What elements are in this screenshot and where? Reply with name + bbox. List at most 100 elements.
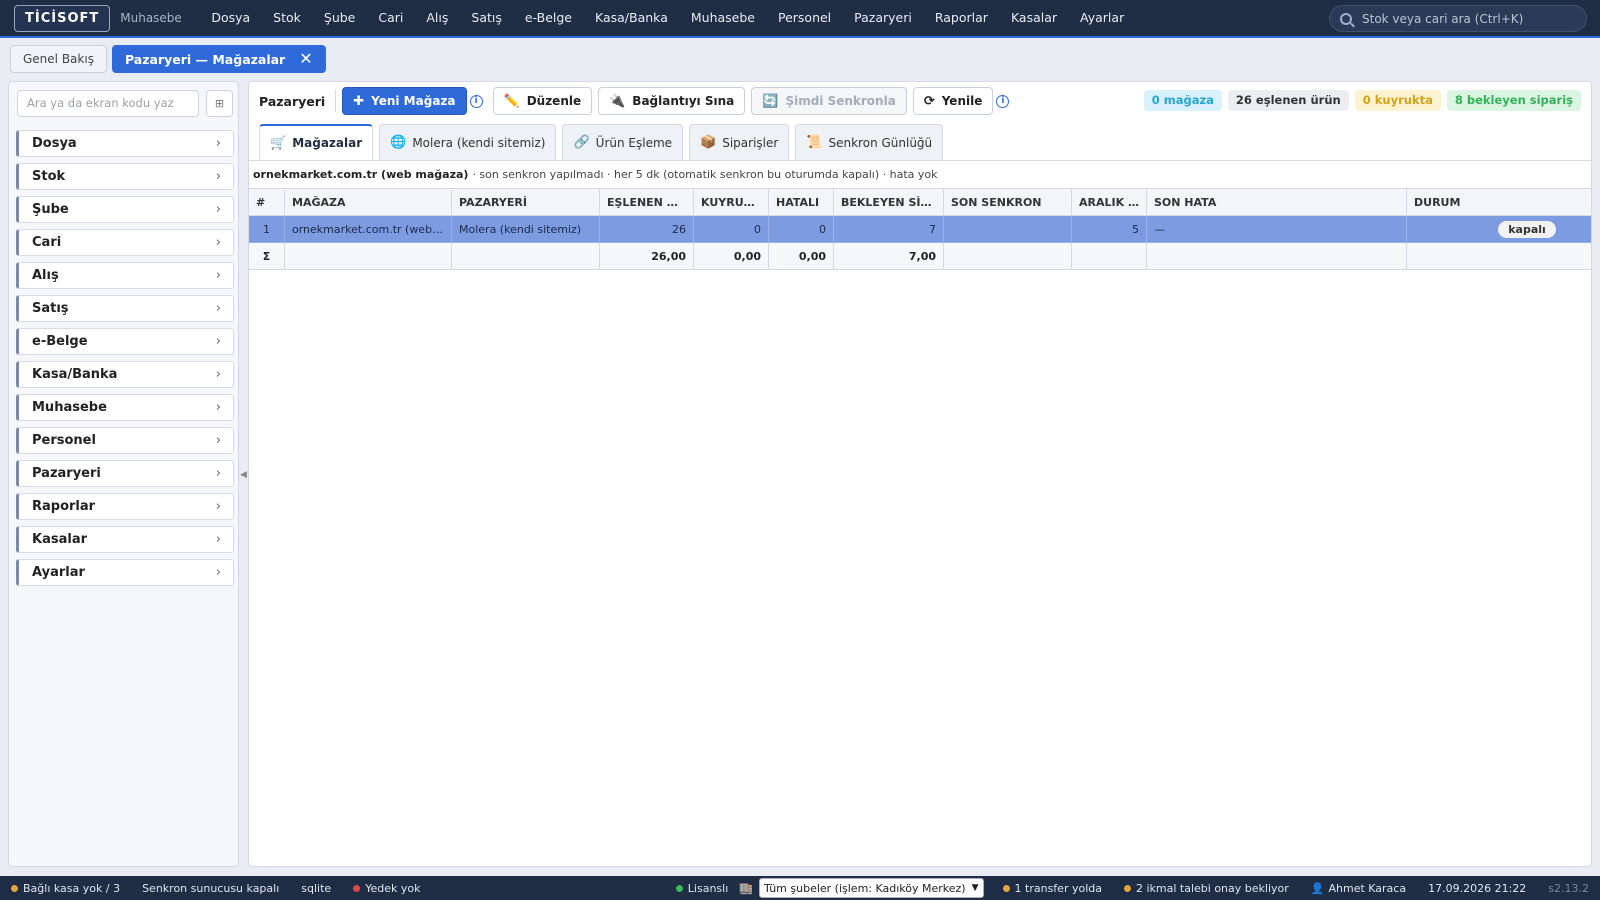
tab-urun-esleme[interactable]: 🔗 Ürün Eşleme: [562, 124, 684, 160]
chevron-right-icon: ›: [215, 169, 221, 184]
toolbar-title: Pazaryeri: [259, 93, 326, 109]
close-icon[interactable]: ✕: [299, 51, 312, 67]
sidebar-item-e-belge[interactable]: e-Belge ›: [16, 328, 234, 355]
sidebar-item-label: Kasa/Banka: [32, 367, 118, 382]
chevron-right-icon: ›: [215, 433, 221, 448]
sync-now-button[interactable]: 🔄 Şimdi Senkronla: [751, 87, 907, 115]
refresh-button[interactable]: ⟳ Yenile: [912, 87, 994, 115]
sidebar-item-label: Dosya: [32, 136, 77, 151]
status-license: Lisanslı: [665, 882, 739, 895]
sidebar-item-raporlar[interactable]: Raporlar ›: [16, 493, 234, 520]
sidebar-item-dosya[interactable]: Dosya ›: [16, 130, 234, 157]
queue-count-badge: 0 kuyrukta: [1354, 90, 1441, 111]
new-store-button[interactable]: ✚ Yeni Mağaza: [342, 87, 467, 115]
collapse-sidebar-icon[interactable]: ◀: [240, 470, 247, 480]
menu-satis[interactable]: Satış: [460, 0, 513, 36]
menu-cari[interactable]: Cari: [367, 0, 415, 36]
menu-raporlar[interactable]: Raporlar: [923, 0, 999, 36]
status-dot-icon: [675, 884, 683, 892]
menu-dosya[interactable]: Dosya: [200, 0, 262, 36]
menu-pazaryeri[interactable]: Pazaryeri: [843, 0, 924, 36]
status-dot-icon: [1002, 884, 1010, 892]
menu-alis[interactable]: Alış: [415, 0, 460, 36]
sidebar-item-pazaryeri[interactable]: Pazaryeri ›: [16, 460, 234, 487]
info-icon[interactable]: i: [469, 94, 483, 108]
col-pending[interactable]: BEKLEYEN SİPARİŞ: [833, 188, 944, 216]
sidebar-item-cari[interactable]: Cari ›: [16, 229, 234, 256]
cell-store: ornekmarket.com.tr (web mağaza): [284, 215, 452, 243]
col-store[interactable]: MAĞAZA: [284, 188, 452, 216]
col-marketplace[interactable]: PAZARYERİ: [451, 188, 600, 216]
tab-pazaryeri-magazalar[interactable]: Pazaryeri — Mağazalar ✕: [111, 45, 326, 73]
tab-genel-bakis[interactable]: Genel Bakış: [10, 45, 107, 73]
global-search-input[interactable]: Stok veya cari ara (Ctrl+K): [1329, 5, 1587, 32]
status-bar: Bağlı kasa yok / 3 Senkron sunucusu kapa…: [0, 876, 1600, 900]
sidebar-item-personel[interactable]: Personel ›: [16, 427, 234, 454]
menu-personel[interactable]: Personel: [766, 0, 842, 36]
chevron-right-icon: ›: [215, 136, 221, 151]
status-dot-icon: [1123, 884, 1131, 892]
test-connection-button[interactable]: 🔌 Bağlantıyı Sına: [598, 87, 746, 115]
menu-muhasebe[interactable]: Muhasebe: [679, 0, 766, 36]
sidebar-item-label: Personel: [32, 433, 96, 448]
sidebar-item-ayarlar[interactable]: Ayarlar ›: [16, 559, 234, 586]
status-kasa-label: Bağlı kasa yok / 3: [23, 881, 121, 895]
plus-icon: ✚: [353, 93, 365, 109]
chevron-right-icon: ›: [215, 367, 221, 382]
stores-table: # MAĞAZA PAZARYERİ EŞLENEN ÜRÜN KUYRUKTA…: [249, 188, 1591, 270]
pencil-icon: ✏️: [503, 93, 520, 109]
col-no[interactable]: #: [249, 188, 285, 216]
status-transfer[interactable]: 1 transfer yolda: [992, 882, 1113, 895]
chevron-right-icon: ›: [215, 268, 221, 283]
sync-icon: 🔄: [762, 93, 779, 109]
cell-errors: 0: [768, 215, 834, 243]
sidebar-item-label: Cari: [32, 235, 62, 250]
app-subtitle: Muhasebe: [120, 11, 182, 25]
status-dot-icon: [11, 884, 18, 892]
menu-ayarlar[interactable]: Ayarlar: [1069, 0, 1136, 36]
sidebar-item-label: Satış: [32, 301, 69, 316]
edit-button[interactable]: ✏️ Düzenle: [492, 87, 593, 115]
menu-kasalar[interactable]: Kasalar: [999, 0, 1068, 36]
tab-magazalar[interactable]: 🛒 Mağazalar: [259, 124, 374, 160]
tab-molera[interactable]: 🌐 Molera (kendi sitemiz): [379, 124, 557, 160]
sidebar-item-label: e-Belge: [32, 334, 88, 349]
menu-kasa-banka[interactable]: Kasa/Banka: [584, 0, 680, 36]
sidebar-item-alis[interactable]: Alış ›: [16, 262, 234, 289]
app-logo[interactable]: TİCİSOFT: [14, 4, 111, 32]
sidebar-item-muhasebe[interactable]: Muhasebe ›: [16, 394, 234, 421]
status-ikmal[interactable]: 2 ikmal talebi onay bekliyor: [1113, 882, 1300, 895]
menu-stok[interactable]: Stok: [262, 0, 313, 36]
sidebar-item-stok[interactable]: Stok ›: [16, 163, 234, 190]
status-user[interactable]: 👤 Ahmet Karaca: [1300, 882, 1417, 895]
cell-no: 1: [249, 215, 285, 243]
search-icon: [1340, 12, 1352, 25]
subtab-label: Ürün Eşleme: [595, 135, 673, 150]
sidebar-item-kasalar[interactable]: Kasalar ›: [16, 526, 234, 553]
sidebar-item-label: Pazaryeri: [32, 466, 101, 481]
sidebar-item-kasa-banka[interactable]: Kasa/Banka ›: [16, 361, 234, 388]
info-store-name: ornekmarket.com.tr (web mağaza): [253, 167, 469, 181]
col-status[interactable]: DURUM: [1406, 188, 1591, 216]
table-row[interactable]: 1 ornekmarket.com.tr (web mağaza) Molera…: [249, 215, 1591, 243]
info-icon[interactable]: i: [996, 94, 1010, 108]
menu-sube[interactable]: Şube: [312, 0, 366, 36]
global-search-placeholder: Stok veya cari ara (Ctrl+K): [1362, 11, 1524, 26]
col-last-sync[interactable]: SON SENKRON: [943, 188, 1072, 216]
tab-siparisler[interactable]: 📦 Siparişler: [689, 124, 790, 160]
sidebar-item-sube[interactable]: Şube ›: [16, 196, 234, 223]
sidebar-item-satis[interactable]: Satış ›: [16, 295, 234, 322]
sum-queue: 0,00: [693, 242, 769, 270]
col-last-error[interactable]: SON HATA: [1146, 188, 1407, 216]
col-errors[interactable]: HATALI: [768, 188, 834, 216]
col-matched[interactable]: EŞLENEN ÜRÜN: [599, 188, 694, 216]
table-summary-row: Σ 26,00 0,00 0,00 7,00: [249, 242, 1591, 270]
tab-senkron-gunlugu[interactable]: 📜 Senkron Günlüğü: [795, 124, 944, 160]
col-queue[interactable]: KUYRUKTA: [693, 188, 769, 216]
grid-icon[interactable]: ⊞: [206, 90, 233, 117]
subtab-label: Siparişler: [722, 135, 779, 150]
col-interval[interactable]: ARALIK (DK): [1071, 188, 1147, 216]
branch-select[interactable]: Tüm şubeler (işlem: Kadıköy Merkez) ▼: [758, 878, 984, 898]
sidebar-search-input[interactable]: Ara ya da ekran kodu yaz: [17, 90, 199, 117]
menu-e-belge[interactable]: e-Belge: [513, 0, 583, 36]
